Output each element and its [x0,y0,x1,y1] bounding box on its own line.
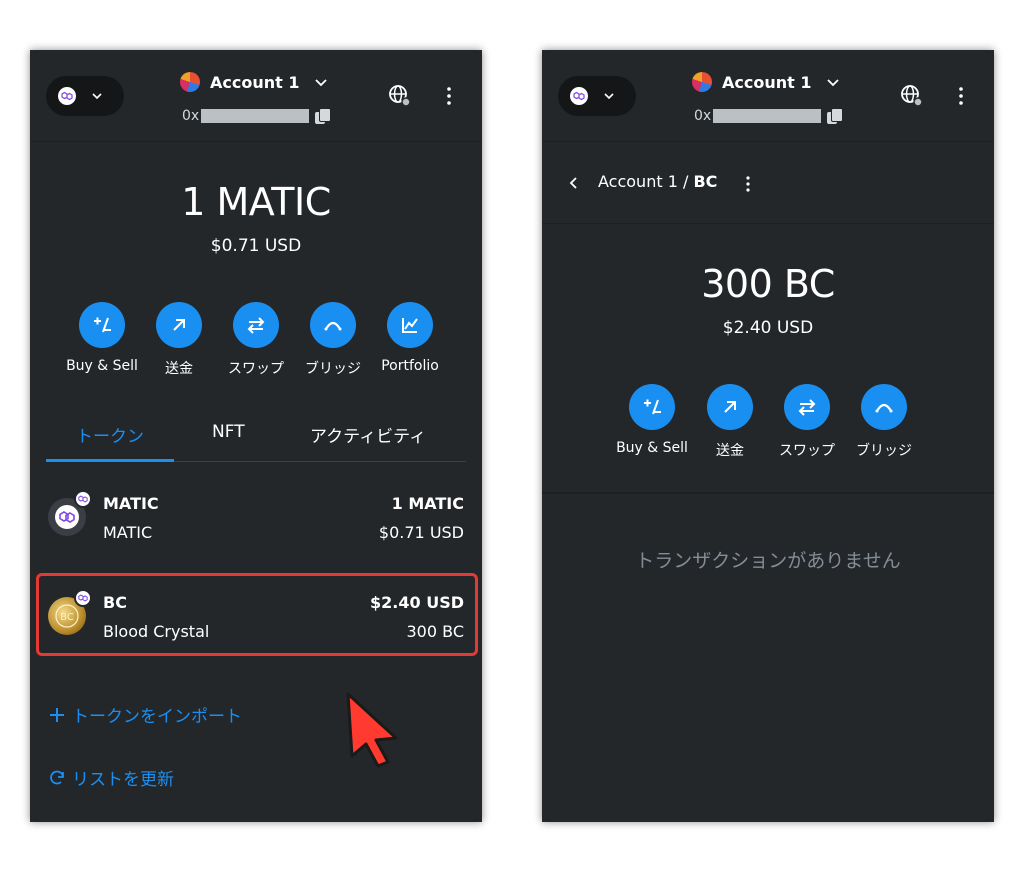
mouse-pointer-icon [346,692,398,768]
breadcrumb-account: Account 1 / [598,172,694,191]
send-label: 送金 [716,443,744,459]
bridge-icon [310,302,356,348]
tab-activity[interactable]: アクティビティ [310,422,426,447]
polygon-network-badge-icon [74,490,92,508]
token-options-icon[interactable] [746,176,750,192]
bridge-icon [861,384,907,430]
token-fiat-balance: $2.40 USD [722,318,814,338]
fiat-balance: $0.71 USD [210,236,302,256]
token-balance: 300 BC [701,262,835,306]
no-transactions-message: トランザクションがありません [635,550,901,572]
account-avatar [692,72,712,92]
token-full-name: MATIC [103,523,153,542]
bridge-label: ブリッジ [856,443,912,459]
account-avatar [180,72,200,92]
buy-sell-button[interactable]: Buy & Sell [62,302,142,374]
polygon-network-icon [58,87,76,105]
arrow-up-right-icon [707,384,753,430]
refresh-list-label: リストを更新 [72,770,174,790]
account-name: Account 1 [722,72,812,92]
highlight-box [36,573,478,656]
main-balance: 1 MATIC [181,180,331,224]
polygon-network-icon [570,87,588,105]
arrow-up-right-icon [156,302,202,348]
refresh-list-link[interactable]: リストを更新 [48,765,174,790]
chevron-down-icon [92,93,102,100]
swap-arrows-icon [233,302,279,348]
kebab-menu-icon[interactable] [442,86,456,106]
plus-icon [50,707,64,722]
active-tab-indicator [46,459,174,462]
wallet-header: Account 1 0x [30,50,482,142]
network-selector[interactable] [558,76,636,116]
back-chevron-icon[interactable] [568,176,580,190]
plus-minus-icon [629,384,675,430]
send-button[interactable]: 送金 [139,302,219,378]
copy-icon[interactable] [827,108,844,124]
copy-icon[interactable] [315,108,332,124]
wallet-header: Account 1 0x [542,50,994,142]
import-tokens-link[interactable]: トークンをインポート [48,702,242,727]
send-button[interactable]: 送金 [690,384,770,460]
plus-minus-icon [79,302,125,348]
token-balance: 1 MATIC [391,494,464,513]
account-menu-button[interactable]: Account 1 [180,70,329,94]
chevron-down-icon [315,79,328,87]
token-fiat-value: $0.71 USD [378,523,464,542]
send-label: 送金 [165,361,193,377]
tab-nft[interactable]: NFT [212,422,245,442]
portfolio-button[interactable]: Portfolio [370,302,450,374]
breadcrumb-token: BC [693,172,718,191]
token-detail-panel: Account 1 0x Account 1 / BC 300 BC $2.40… [542,50,994,822]
buy-sell-label: Buy & Sell [66,358,138,374]
token-symbol: MATIC [103,494,159,513]
swap-label: スワップ [228,361,284,377]
portfolio-label: Portfolio [381,358,439,374]
account-name: Account 1 [210,72,300,92]
address-prefix: 0x [694,108,712,124]
swap-label: スワップ [779,443,835,459]
refresh-icon [50,770,64,784]
address-redacted [201,109,310,123]
swap-button[interactable]: スワップ [216,302,296,378]
buy-sell-button[interactable]: Buy & Sell [612,384,692,456]
chevron-down-icon [604,93,614,100]
account-address[interactable]: 0x [694,106,844,126]
chevron-down-icon [827,79,840,87]
address-prefix: 0x [182,108,200,124]
wallet-home-panel: Account 1 0x 1 MATIC $0.71 USD Buy & Sel… [30,50,482,822]
section-divider [542,492,994,494]
bridge-label: ブリッジ [305,361,361,377]
tab-bar: トークン NFT アクティビティ [46,414,466,462]
connected-sites-icon[interactable] [900,84,924,108]
chart-icon [387,302,433,348]
breadcrumb: Account 1 / BC [598,172,717,191]
account-menu-button[interactable]: Account 1 [692,70,841,94]
import-tokens-label: トークンをインポート [72,707,242,727]
bridge-button[interactable]: ブリッジ [293,302,373,378]
buy-sell-label: Buy & Sell [616,440,688,456]
token-row-matic[interactable]: MATIC MATIC 1 MATIC $0.71 USD [46,490,466,550]
address-redacted [713,109,822,123]
kebab-menu-icon[interactable] [954,86,968,106]
network-selector[interactable] [46,76,124,116]
connected-sites-icon[interactable] [388,84,412,108]
tab-tokens[interactable]: トークン [76,422,144,447]
swap-button[interactable]: スワップ [767,384,847,460]
account-address[interactable]: 0x [182,106,332,126]
bridge-button[interactable]: ブリッジ [844,384,924,460]
swap-arrows-icon [784,384,830,430]
token-detail-header: Account 1 / BC [542,142,994,224]
